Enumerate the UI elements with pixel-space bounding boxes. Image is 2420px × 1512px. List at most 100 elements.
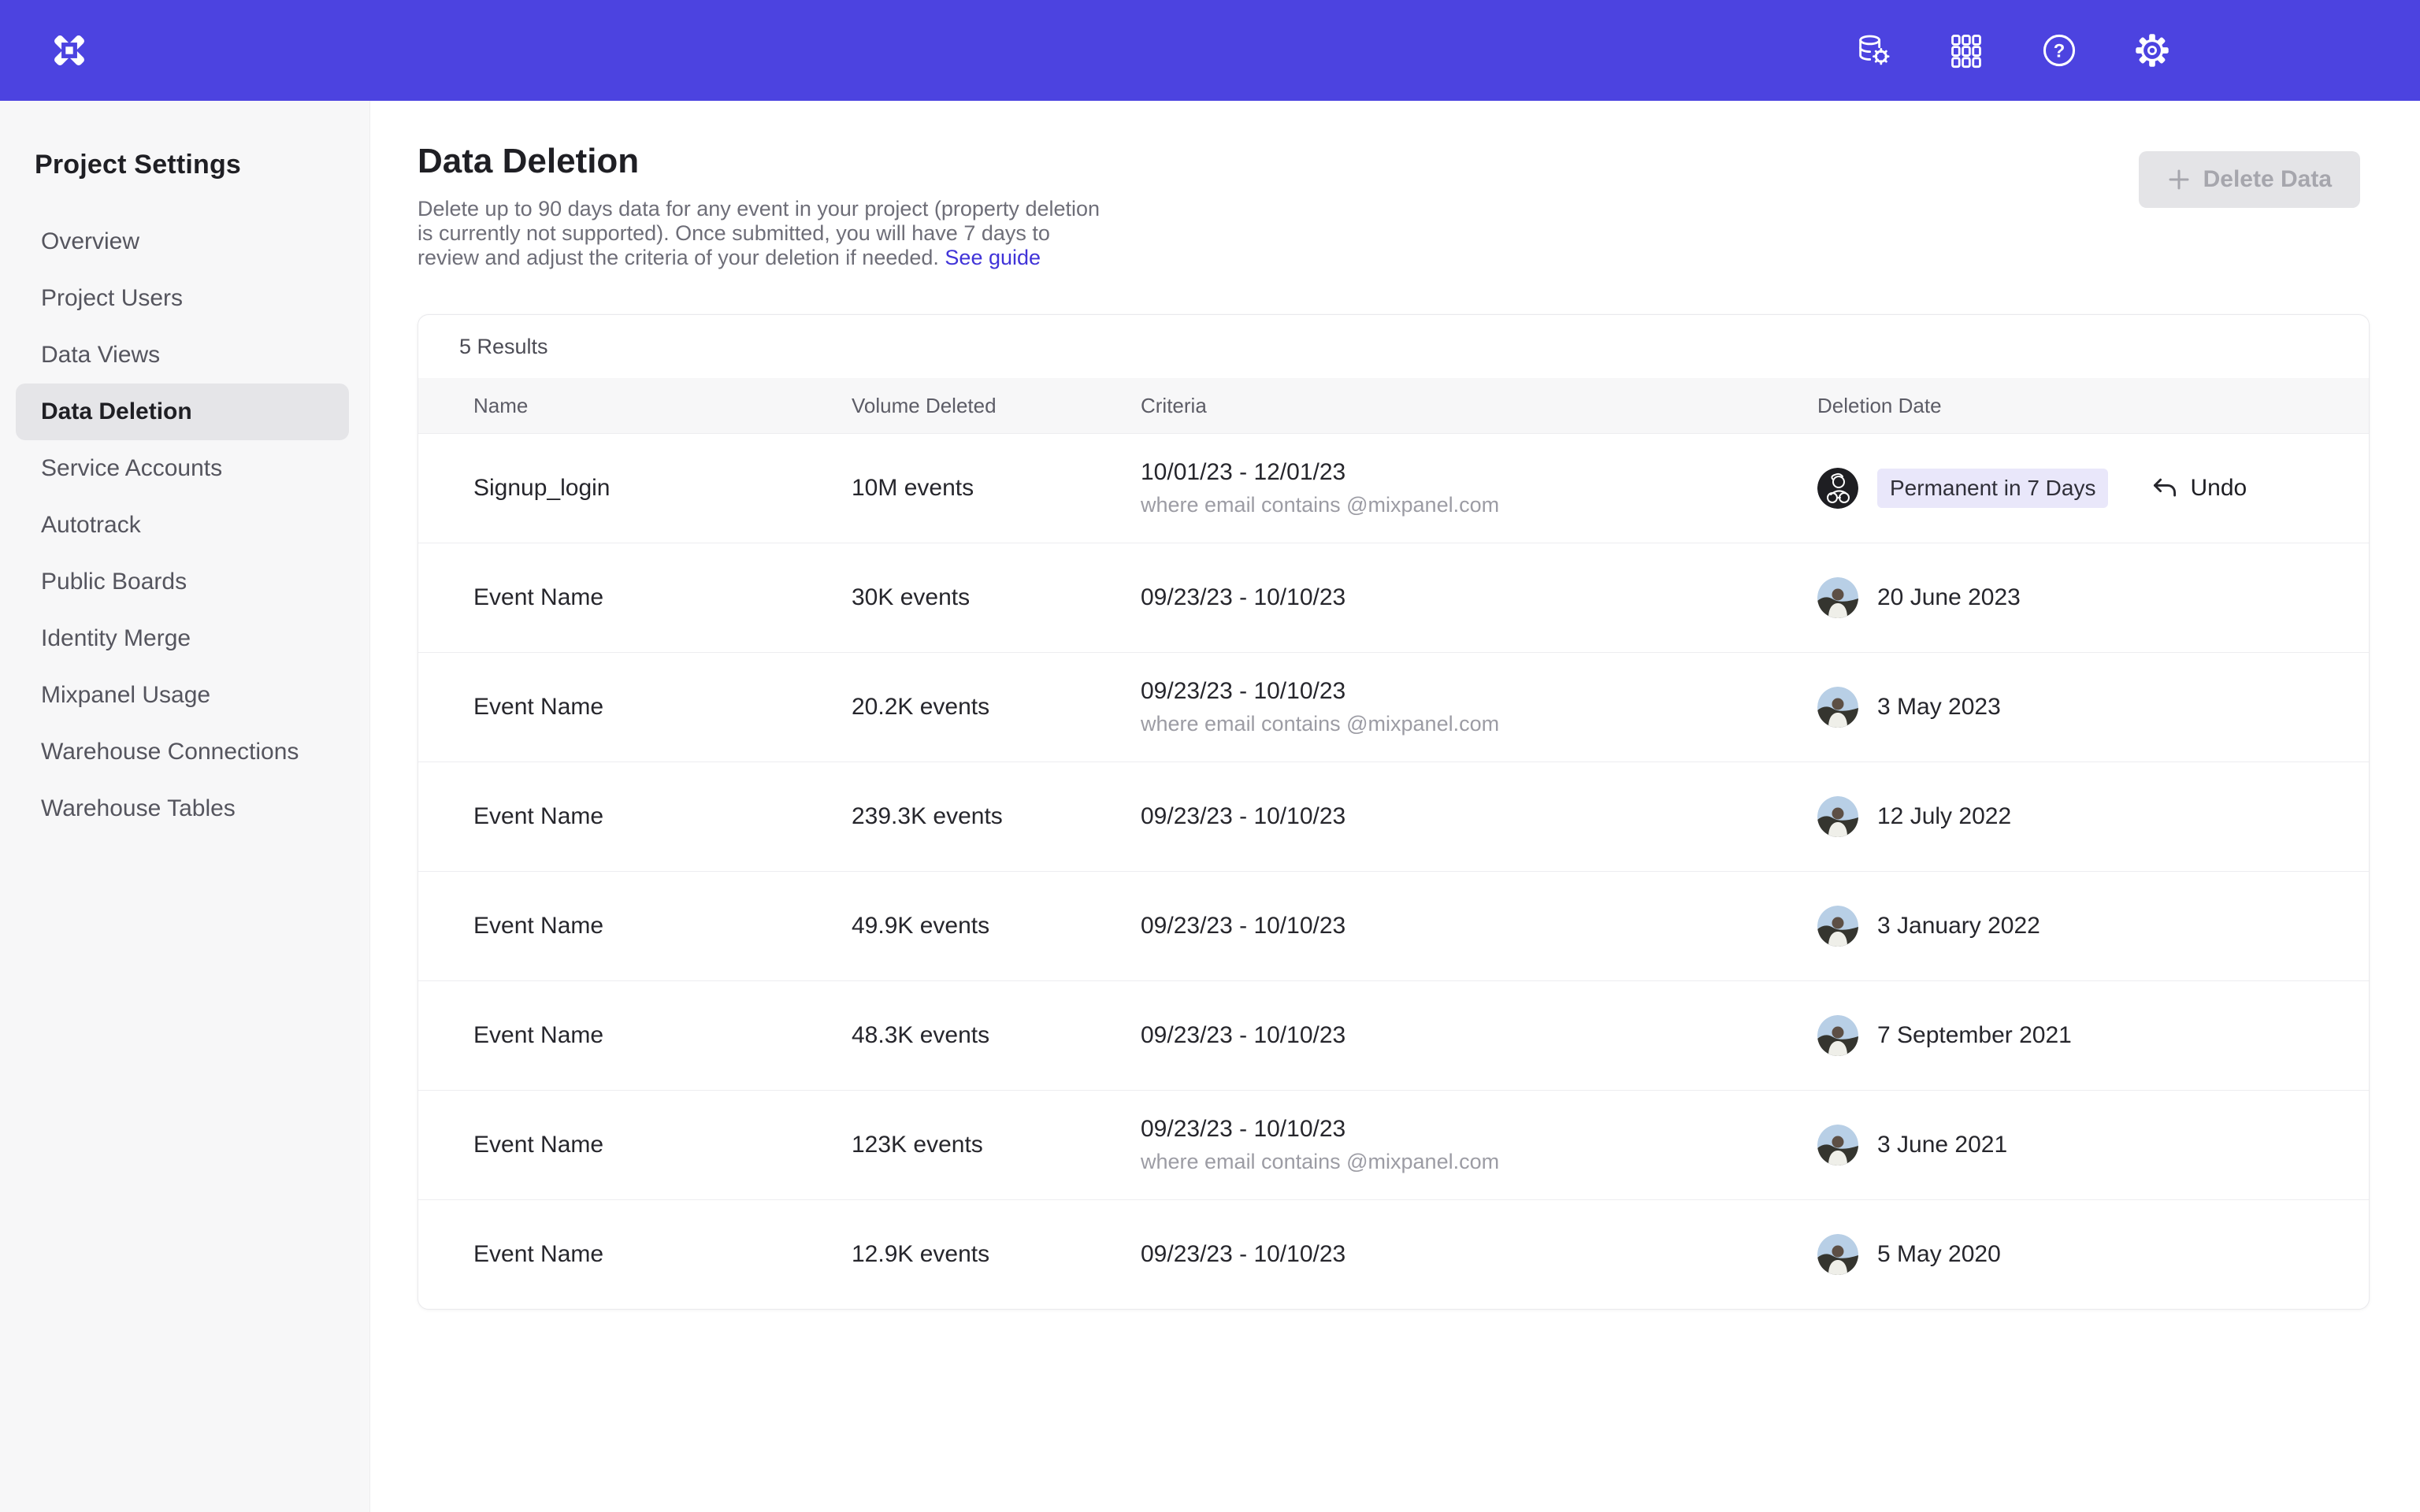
sidebar-item-identity-merge[interactable]: Identity Merge [0,610,369,667]
sidebar-item-overview[interactable]: Overview [0,213,369,270]
table-row: Event Name 48.3K events 09/23/23 - 10/10… [418,980,2369,1090]
row-criteria: 09/23/23 - 10/10/23 where email contains… [1141,1116,1817,1174]
row-criteria-date-range: 09/23/23 - 10/10/23 [1141,803,1817,830]
deletion-date: 3 May 2023 [1877,694,2001,721]
row-volume-deleted: 12.9K events [852,1241,1141,1268]
row-volume-deleted: 239.3K events [852,803,1141,830]
deletion-requests-card: 5 Results Name Volume Deleted Criteria D… [418,314,2370,1310]
delete-data-button-label: Delete Data [2203,166,2332,193]
deletion-date: 12 July 2022 [1877,803,2011,830]
table-row: Event Name 12.9K events 09/23/23 - 10/10… [418,1199,2369,1309]
row-volume-deleted: 30K events [852,584,1141,611]
status-badge: Permanent in 7 Days [1877,469,2108,508]
undo-icon [2151,474,2179,502]
row-criteria-filter: where email contains @mixpanel.com [1141,1150,1817,1174]
row-volume-deleted: 123K events [852,1132,1141,1158]
delete-data-button[interactable]: Delete Data [2139,151,2360,208]
page-title: Data Deletion [418,142,2420,181]
project-settings-sidebar: Project Settings OverviewProject UsersDa… [0,101,370,1512]
row-deletion-date-cell: Permanent in 7 Days Undo [1817,468,2369,509]
help-icon[interactable]: ? [2040,32,2078,69]
main-content: Data Deletion Delete up to 90 days data … [370,101,2420,1512]
row-event-name: Event Name [473,1132,852,1158]
deletion-date: 20 June 2023 [1877,584,2021,611]
undo-button[interactable]: Undo [2151,474,2247,502]
deletion-date: 3 January 2022 [1877,913,2040,939]
sidebar-item-service-accounts[interactable]: Service Accounts [0,440,369,497]
sidebar-item-project-users[interactable]: Project Users [0,270,369,327]
sidebar-item-mixpanel-usage[interactable]: Mixpanel Usage [0,667,369,724]
results-count: 5 Results [418,315,2369,378]
user-avatar [1817,796,1858,837]
row-deletion-date-cell: 5 May 2020 [1817,1234,2369,1275]
sidebar-item-public-boards[interactable]: Public Boards [0,554,369,610]
row-criteria: 09/23/23 - 10/10/23 [1141,803,1817,830]
sidebar-item-warehouse-connections[interactable]: Warehouse Connections [0,724,369,780]
deletion-date: 7 September 2021 [1877,1022,2072,1049]
undo-label: Undo [2190,475,2247,502]
user-avatar [1817,906,1858,947]
row-event-name: Event Name [473,803,852,830]
settings-gear-icon[interactable] [2133,32,2171,69]
row-deletion-date-cell: 20 June 2023 [1817,577,2369,618]
row-criteria-date-range: 09/23/23 - 10/10/23 [1141,584,1817,611]
row-criteria-date-range: 10/01/23 - 12/01/23 [1141,459,1817,486]
row-criteria-date-range: 09/23/23 - 10/10/23 [1141,678,1817,705]
row-criteria-date-range: 09/23/23 - 10/10/23 [1141,1116,1817,1143]
svg-text:?: ? [2054,41,2066,62]
table-header-row: Name Volume Deleted Criteria Deletion Da… [418,378,2369,433]
sidebar-heading: Project Settings [35,150,369,180]
apps-grid-icon[interactable] [1947,32,1985,69]
user-avatar [1817,1234,1858,1275]
row-event-name: Event Name [473,1241,852,1268]
user-avatar [1817,577,1858,618]
table-row: Event Name 49.9K events 09/23/23 - 10/10… [418,871,2369,980]
sidebar-item-warehouse-tables[interactable]: Warehouse Tables [0,780,369,837]
column-header-volume-deleted: Volume Deleted [852,394,1141,418]
row-deletion-date-cell: 3 January 2022 [1817,906,2369,947]
row-event-name: Event Name [473,913,852,939]
row-criteria-filter: where email contains @mixpanel.com [1141,712,1817,736]
user-avatar [1817,1015,1858,1056]
row-event-name: Event Name [473,694,852,721]
page-header: Data Deletion Delete up to 90 days data … [370,101,2420,270]
sidebar-item-data-deletion[interactable]: Data Deletion [16,384,349,440]
topbar-icon-group: ? [1854,32,2420,69]
column-header-deletion-date: Deletion Date [1817,394,2369,418]
top-navigation-bar: ? [0,0,2420,101]
mixpanel-x-logo-icon [51,32,87,69]
row-deletion-date-cell: 7 September 2021 [1817,1015,2369,1056]
table-body: Signup_login 10M events 10/01/23 - 12/01… [418,433,2369,1309]
sidebar-item-autotrack[interactable]: Autotrack [0,497,369,554]
table-row: Event Name 20.2K events 09/23/23 - 10/10… [418,652,2369,762]
table-row: Signup_login 10M events 10/01/23 - 12/01… [418,433,2369,543]
row-volume-deleted: 49.9K events [852,913,1141,939]
row-criteria: 09/23/23 - 10/10/23 [1141,584,1817,611]
row-criteria: 09/23/23 - 10/10/23 [1141,1022,1817,1049]
table-row: Event Name 239.3K events 09/23/23 - 10/1… [418,762,2369,871]
row-volume-deleted: 10M events [852,475,1141,502]
table-row: Event Name 30K events 09/23/23 - 10/10/2… [418,543,2369,652]
column-header-name: Name [473,394,852,418]
row-deletion-date-cell: 3 May 2023 [1817,687,2369,728]
page-description: Delete up to 90 days data for any event … [418,197,1111,270]
sketch-avatar [1817,468,1858,509]
sidebar-menu: OverviewProject UsersData ViewsData Dele… [0,213,369,837]
row-criteria: 10/01/23 - 12/01/23 where email contains… [1141,459,1817,517]
see-guide-link[interactable]: See guide [945,246,1041,269]
user-avatar [1817,1125,1858,1166]
row-criteria: 09/23/23 - 10/10/23 where email contains… [1141,678,1817,736]
column-header-criteria: Criteria [1141,394,1817,418]
row-deletion-date-cell: 3 June 2021 [1817,1125,2369,1166]
sidebar-item-data-views[interactable]: Data Views [0,327,369,384]
data-management-icon[interactable] [1854,32,1892,69]
plus-icon [2167,168,2191,191]
row-criteria-date-range: 09/23/23 - 10/10/23 [1141,1241,1817,1268]
mixpanel-logo[interactable] [49,30,90,71]
table-row: Event Name 123K events 09/23/23 - 10/10/… [418,1090,2369,1199]
row-deletion-date-cell: 12 July 2022 [1817,796,2369,837]
deletion-date: 5 May 2020 [1877,1241,2001,1268]
row-criteria: 09/23/23 - 10/10/23 [1141,1241,1817,1268]
row-volume-deleted: 48.3K events [852,1022,1141,1049]
user-avatar [1817,687,1858,728]
